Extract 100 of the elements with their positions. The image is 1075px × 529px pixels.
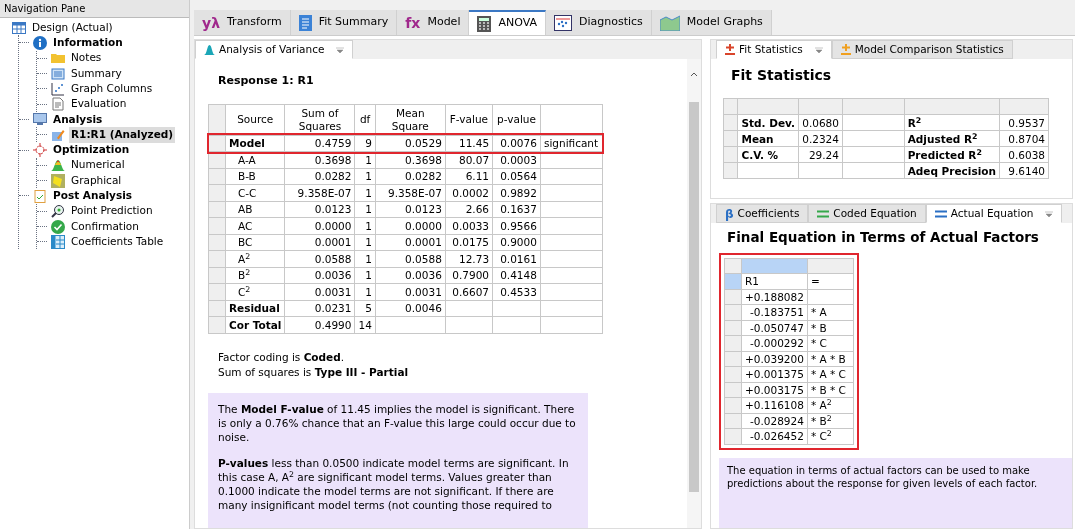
formula-icon: yλ bbox=[202, 15, 220, 30]
column-header bbox=[798, 98, 843, 115]
tree-item[interactable]: Analysis bbox=[51, 111, 105, 128]
tree-item[interactable]: Optimization bbox=[51, 142, 132, 158]
panel-tab[interactable]: Fit Statistics bbox=[716, 40, 832, 59]
table-cell: 1 bbox=[354, 151, 376, 168]
main-tab[interactable]: Model Graphs bbox=[651, 10, 772, 35]
scrollbar[interactable] bbox=[687, 59, 701, 528]
table-cell: 0.0161 bbox=[492, 250, 541, 267]
table-cell: 0.0123 bbox=[284, 201, 355, 218]
table-cell: 0.8704 bbox=[999, 130, 1049, 147]
table-cell: Cor Total bbox=[225, 316, 285, 333]
table-cell: 0.7900 bbox=[445, 267, 493, 284]
table-cell: 0.0529 bbox=[375, 135, 446, 152]
table-cell bbox=[842, 130, 905, 147]
explanation-text: P-values less than 0.0500 indicate model terms are significant. In this case A, A$^{2}$ are significant model terms. Values greater than 0.1000 indicate the model terms are not significant. If there are many insignificant model terms (not counting those required to bbox=[218, 456, 570, 512]
table-cell: -0.050747 bbox=[741, 320, 808, 336]
table-cell: 29.24 bbox=[798, 146, 843, 163]
tree-item[interactable]: Evaluation bbox=[69, 96, 129, 112]
scatter-chart-icon bbox=[554, 14, 572, 31]
table-cell: R$^{2}$ bbox=[904, 114, 1000, 131]
scatter-chart-icon bbox=[51, 81, 65, 96]
dropdown-icon bbox=[814, 46, 823, 53]
panel-tab[interactable]: Model Comparison Statistics bbox=[831, 40, 1013, 59]
column-header: Sum of Squares bbox=[284, 104, 355, 135]
table-cell: * B$^{2}$ bbox=[807, 413, 854, 429]
table-cell: 0.4533 bbox=[492, 283, 541, 300]
table-cell bbox=[737, 162, 799, 179]
tree-item[interactable]: R1:R1 (Analyzed) bbox=[69, 126, 176, 143]
table-cell: -0.026452 bbox=[741, 428, 808, 445]
table-cell bbox=[540, 201, 603, 218]
scroll-up-icon[interactable] bbox=[690, 71, 698, 77]
table-cell: 9 bbox=[354, 135, 376, 152]
main-tab[interactable]: Diagnostics bbox=[546, 10, 652, 35]
info-icon bbox=[33, 35, 47, 50]
main-tab[interactable]: ANOVA bbox=[469, 10, 546, 35]
table-cell: 14 bbox=[354, 316, 376, 333]
table-cell: 1 bbox=[354, 184, 376, 201]
table-cell: 0.0031 bbox=[284, 283, 355, 300]
table-cell: 0.0000 bbox=[284, 217, 355, 234]
tree-item[interactable]: Information bbox=[51, 35, 125, 51]
table-cell: * B bbox=[807, 320, 854, 336]
table-cell: A-A bbox=[225, 151, 285, 168]
table-cell: 0.0001 bbox=[284, 234, 355, 251]
main-tab[interactable]: Fit Summary bbox=[290, 10, 398, 35]
panel-tab[interactable]: β Coefficients bbox=[716, 204, 809, 223]
tree-item[interactable]: Graph Columns bbox=[69, 80, 155, 97]
column-header bbox=[540, 104, 603, 135]
table-cell: 0.0282 bbox=[375, 168, 446, 185]
pen-icon bbox=[51, 127, 65, 142]
table-cell: 11.45 bbox=[445, 135, 493, 152]
table-cell: -0.183751 bbox=[741, 304, 808, 321]
table-cell: 1 bbox=[354, 217, 376, 234]
table-cell: 0.0003 bbox=[492, 151, 541, 168]
table-cell: Adjusted R$^{2}$ bbox=[904, 130, 1000, 147]
explanation-text: The equation in terms of actual factors can be used to make predictions about the response for given levels of each factor. bbox=[727, 463, 1039, 490]
equals-icon bbox=[934, 209, 947, 218]
table-cell: -0.000292 bbox=[741, 335, 808, 352]
table-cell: * A bbox=[807, 304, 854, 321]
main-tab[interactable]: fx Model bbox=[397, 10, 470, 35]
table-cell bbox=[540, 184, 603, 201]
table-cell: +0.001375 bbox=[741, 366, 808, 383]
table-cell: 0.4990 bbox=[284, 316, 355, 333]
table-cell: 0.0588 bbox=[375, 250, 446, 267]
table-cell bbox=[540, 250, 603, 267]
panel-tab[interactable]: Coded Equation bbox=[808, 204, 926, 223]
tree-item[interactable]: Confirmation bbox=[69, 218, 141, 235]
table-cell bbox=[540, 168, 603, 185]
panel-tab[interactable]: Actual Equation bbox=[925, 204, 1063, 223]
tree-item[interactable]: Design (Actual) bbox=[30, 19, 115, 36]
tree-item[interactable]: Point Prediction bbox=[69, 203, 155, 220]
tree-item[interactable]: Numerical bbox=[69, 157, 127, 174]
table-cell: 0.6607 bbox=[445, 283, 493, 300]
tree-item[interactable]: Notes bbox=[69, 50, 104, 67]
panel-tab[interactable]: Analysis of Variance bbox=[195, 40, 354, 59]
table-cell bbox=[540, 217, 603, 234]
table-cell: 0.0175 bbox=[445, 234, 493, 251]
table-cell: A$^{2}$ bbox=[225, 250, 285, 267]
table-cell: B-B bbox=[225, 168, 285, 185]
tree-item[interactable]: Graphical bbox=[69, 172, 124, 189]
column-header: df bbox=[354, 104, 376, 135]
table-cell: * A$^{2}$ bbox=[807, 397, 854, 414]
scroll-thumb[interactable] bbox=[689, 102, 699, 492]
table-cell bbox=[842, 162, 905, 179]
tree-item[interactable]: Coefficients Table bbox=[69, 233, 166, 250]
dropdown-icon bbox=[336, 46, 345, 53]
column-header bbox=[807, 258, 854, 274]
table-cell: 12.73 bbox=[445, 250, 493, 267]
table-cell: 1 bbox=[354, 250, 376, 267]
table-cell bbox=[540, 283, 603, 300]
main-tab[interactable]: yλ Transform bbox=[194, 10, 291, 35]
column-header bbox=[741, 258, 808, 274]
tree-item[interactable]: Summary bbox=[69, 65, 124, 82]
table-cell: * C$^{2}$ bbox=[807, 428, 854, 445]
tree-item[interactable]: Post Analysis bbox=[51, 188, 135, 204]
crosshair-icon bbox=[33, 143, 47, 157]
table-cell: 0.0076 bbox=[492, 135, 541, 152]
table-cell: * B * C bbox=[807, 382, 854, 398]
table-cell: Adeq Precision bbox=[904, 162, 1000, 179]
formula-icon: fx bbox=[405, 15, 421, 30]
